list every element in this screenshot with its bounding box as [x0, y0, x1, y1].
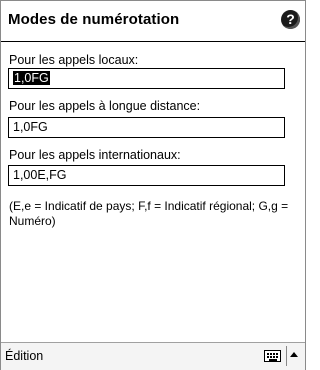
- up-arrow-icon[interactable]: [290, 352, 298, 357]
- local-calls-label: Pour les appels locaux:: [9, 53, 139, 67]
- local-calls-value: 1,0FG: [13, 71, 50, 85]
- local-calls-field[interactable]: 1,0FG: [8, 68, 285, 89]
- edit-menu[interactable]: Édition: [5, 349, 43, 363]
- long-distance-field[interactable]: 1,0FG: [8, 117, 285, 138]
- international-value: 1,00E,FG: [13, 168, 67, 182]
- dialing-patterns-screen: Modes de numérotation ? Pour les appels …: [0, 0, 306, 370]
- international-field[interactable]: 1,00E,FG: [8, 165, 285, 186]
- format-legend-note: (E,e = Indicatif de pays; F,f = Indicati…: [9, 199, 289, 228]
- long-distance-label: Pour les appels à longue distance:: [9, 99, 201, 113]
- help-icon[interactable]: ?: [281, 10, 300, 29]
- international-label: Pour les appels internationaux:: [9, 148, 181, 162]
- keyboard-icon[interactable]: [264, 350, 281, 362]
- page-title: Modes de numérotation: [8, 11, 180, 28]
- long-distance-value: 1,0FG: [13, 120, 48, 134]
- menu-bar: Édition: [1, 342, 305, 370]
- menu-separator: [286, 346, 287, 366]
- title-bar: Modes de numérotation ?: [1, 1, 305, 42]
